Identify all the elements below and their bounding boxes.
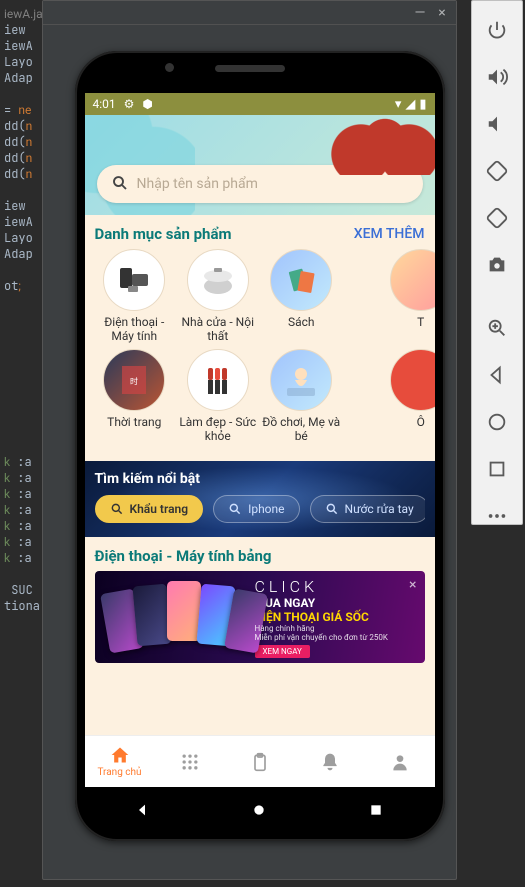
emulator-window: — × 4:01 ⚙ ⬢ ▾ ◢ ▮ [42,0,457,880]
volume-down-icon[interactable] [486,113,508,138]
category-phone[interactable]: Điện thoại - Máy tính [95,249,175,343]
banner-line1: CLICK [255,577,417,596]
banner-cta[interactable]: XEM NGAY [255,645,310,658]
emulator-side-toolbar [471,0,523,525]
nav-notifications[interactable] [295,736,365,787]
nav-profile[interactable] [365,736,435,787]
minimize-button[interactable]: — [414,5,426,21]
category-label: Sách [288,315,315,329]
nav-orders[interactable] [225,736,295,787]
camera-icon[interactable] [486,254,508,279]
banner-line3: ĐIỆN THOẠI GIÁ SỐC [255,610,417,624]
signal-icon: ◢ [405,97,415,112]
categories-title: Danh mục sản phẩm [95,225,232,243]
sys-recent-icon[interactable] [368,802,384,821]
trending-section: Tìm kiếm nổi bật Khẩu trang Iphone Nước … [85,461,435,537]
search-input[interactable] [137,176,409,192]
home-icon[interactable] [486,411,508,436]
trending-chips[interactable]: Khẩu trang Iphone Nước rửa tay Ja [95,495,425,523]
category-label: T [417,315,424,329]
category-fashion[interactable]: 时 Thời trang [95,349,175,443]
close-button[interactable]: × [436,5,448,21]
banner-line4: Hàng chính hãng [255,624,417,633]
promo-banner[interactable]: × CLICK MUA NGAY ĐIỆN THOẠI GIÁ SỐC Hàng… [95,571,425,663]
nav-home-label: Trang chủ [97,767,141,778]
status-bar: 4:01 ⚙ ⬢ ▾ ◢ ▮ [85,93,435,115]
phone-camera-dot [165,63,174,72]
banner-line5: Miễn phí vận chuyển cho đơn từ 250K [255,633,417,642]
category-beauty[interactable]: Làm đẹp - Sức khỏe [178,349,258,443]
close-icon[interactable]: × [409,577,416,593]
category-toys[interactable]: Đồ chơi, Mẹ và bé [262,349,342,443]
banner-art [95,571,255,663]
more-icon[interactable] [486,505,508,530]
category-books[interactable]: Sách [262,249,342,343]
search-box[interactable] [97,165,423,203]
wifi-icon: ▾ [395,97,402,112]
phone-screen: 4:01 ⚙ ⬢ ▾ ◢ ▮ Danh [85,93,435,787]
volume-up-icon[interactable] [486,66,508,91]
categories-section: Danh mục sản phẩm XEM THÊM Điện thoại - … [85,215,435,455]
rotate-left-icon[interactable] [486,160,508,185]
status-time: 4:01 [93,97,116,111]
power-icon[interactable] [486,19,508,44]
bottom-nav: Trang chủ [85,735,435,787]
phones-section-title: Điện thoại - Máy tính bảng [95,547,425,565]
svg-text:时: 时 [130,376,138,386]
chip-iphone[interactable]: Iphone [213,495,299,523]
category-label: Nhà cửa - Nội thất [178,315,258,343]
category-partial-2[interactable]: Ô [345,349,425,443]
see-more-link[interactable]: XEM THÊM [354,226,425,242]
zoom-icon[interactable] [486,317,508,342]
back-icon[interactable] [486,364,508,389]
battery-icon: ▮ [419,97,426,112]
recent-icon[interactable] [486,458,508,483]
trending-title: Tìm kiếm nổi bật [95,471,425,487]
android-system-nav [85,791,435,831]
chip-nuoc-rua-tay[interactable]: Nước rửa tay [310,495,425,523]
banner-line2: MUA NGAY [255,596,417,610]
chip-khau-trang[interactable]: Khẩu trang [95,495,204,523]
sys-home-icon[interactable] [251,802,267,821]
category-label: Điện thoại - Máy tính [95,315,175,343]
nav-home[interactable]: Trang chủ [85,736,155,787]
banner-text: CLICK MUA NGAY ĐIỆN THOẠI GIÁ SỐC Hàng c… [255,577,425,658]
gear-icon: ⚙ [124,97,135,111]
chip-label: Iphone [248,502,284,516]
category-label: Đồ chơi, Mẹ và bé [262,415,342,443]
emulator-titlebar: — × [43,1,456,25]
category-home[interactable]: Nhà cửa - Nội thất [178,249,258,343]
chip-label: Khẩu trang [130,502,189,516]
category-label: Làm đẹp - Sức khỏe [178,415,258,443]
phone-speaker-notch [215,65,285,72]
hexagon-icon: ⬢ [142,97,152,111]
category-partial-1[interactable]: T [345,249,425,343]
rotate-right-icon[interactable] [486,207,508,232]
category-label: Thời trang [107,415,161,429]
search-icon [111,174,129,195]
sys-back-icon[interactable] [135,802,151,821]
chip-label: Nước rửa tay [345,502,414,516]
phones-section: Điện thoại - Máy tính bảng × CLICK MUA N… [85,537,435,663]
category-label: Ô [417,415,425,429]
nav-categories[interactable] [155,736,225,787]
hero-banner [85,115,435,215]
